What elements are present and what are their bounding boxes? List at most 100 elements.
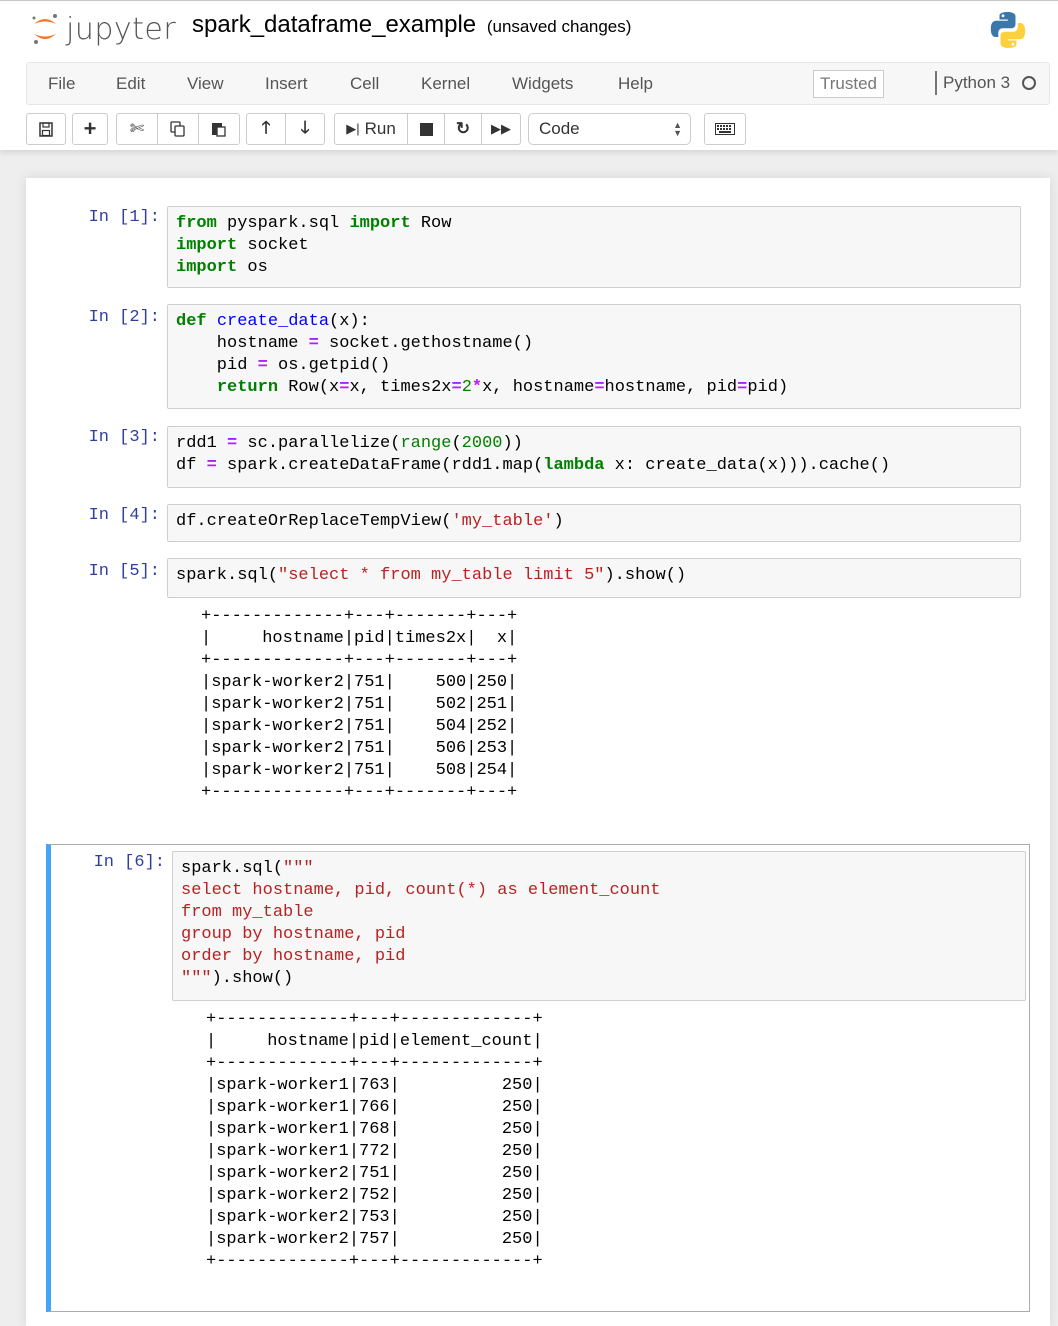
cell-prompt: In [1]: [88,208,160,227]
code-token: create_data [216,312,330,331]
cut-button[interactable]: ✄ [116,113,158,145]
header: jupyter spark_dataframe_example (unsaved… [0,0,1058,150]
code-token: def [176,312,207,331]
code-token: 2 [461,378,472,397]
menu-insert[interactable]: Insert [265,74,308,94]
code-token: from my_table [181,903,314,922]
notebook-name[interactable]: spark_dataframe_example [192,11,476,38]
dataframe-output-table: +-------------+---+-------------+ | host… [206,1009,543,1273]
cell-type-value: Code [539,119,580,138]
kernel-name: Python 3 [943,73,1011,92]
code-token: 2000 [461,434,503,453]
code-cell-5[interactable]: In [5]: spark.sql("select * from my_tabl… [26,554,1050,814]
move-down-button[interactable]: 🡓 [285,113,325,145]
code-token: order by hostname, pid [181,947,406,966]
code-token: "select * from my_table limit 5" [278,566,605,585]
table-row: |spark-worker2|752| 250| [206,1186,543,1205]
move-up-button[interactable]: 🡑 [246,113,286,145]
table-row: |spark-worker2|753| 250| [206,1208,543,1227]
run-label: Run [364,119,396,138]
code-token: Row [410,214,452,233]
menu-edit[interactable]: Edit [116,74,145,94]
kernel-indicator[interactable]: Python 3 [935,71,1037,95]
code-token: spark.sql( [176,566,279,585]
code-editor[interactable]: def create_data(x): hostname = socket.ge… [176,311,1012,399]
code-cell-4[interactable]: In [4]: df.createOrReplaceTempView('my_t… [26,498,1050,542]
kernel-separator [935,71,937,95]
code-editor[interactable]: rdd1 = sc.parallelize(range(2000)) df = … [176,433,1012,477]
copy-button[interactable] [157,113,199,145]
code-token: hostname [176,334,309,353]
save-button[interactable] [26,113,66,145]
code-editor[interactable]: from pyspark.sql import Row import socke… [176,213,1012,279]
menu-file[interactable]: File [48,74,75,94]
cell-output: +-------------+---+-------------+ | host… [206,1009,543,1273]
cell-input[interactable]: spark.sql("select * from my_table limit … [167,558,1021,598]
command-palette-button[interactable] [704,113,746,145]
code-token: hostname, pid [604,378,738,397]
interrupt-button[interactable] [407,113,445,145]
code-cell-1[interactable]: In [1]: from pyspark.sql import Row impo… [26,200,1050,290]
code-token: import [176,258,238,277]
insert-group: + [72,113,108,145]
table-row: |spark-worker1|766| 250| [206,1098,543,1117]
insert-cell-button[interactable]: + [72,113,108,145]
code-token: select hostname, pid, count(*) as elemen… [181,881,661,900]
fast-forward-icon: ▶▶ [491,121,511,136]
arrow-down-icon: 🡓 [300,117,310,137]
run-button[interactable]: ▶| Run [334,113,408,145]
jupyter-logo-icon [32,14,57,44]
cell-input[interactable]: def create_data(x): hostname = socket.ge… [167,304,1021,409]
cell-input[interactable]: df.createOrReplaceTempView('my_table') [167,504,1021,542]
menu-kernel[interactable]: Kernel [421,74,470,94]
code-token: df.createOrReplaceTempView( [176,512,452,531]
keyboard-icon [715,123,735,135]
scissors-icon: ✄ [129,119,145,138]
code-token: import [176,236,238,255]
table-row: |spark-worker2|757| 250| [206,1230,543,1249]
cell-prompt: In [6]: [93,853,165,872]
restart-button[interactable]: ↻ [444,113,482,145]
code-cell-2[interactable]: In [2]: def create_data(x): hostname = s… [26,300,1050,410]
toolbar: + ✄ 🡑 🡓 ▶| Run ↻ ▶▶ Code ▲ ▼ [26,113,1050,145]
run-all-button[interactable]: ▶▶ [481,113,521,145]
menu-help[interactable]: Help [618,74,653,94]
cell-output: +-------------+---+-------+---+ | hostna… [201,606,517,804]
menu-cell[interactable]: Cell [350,74,379,94]
table-border: +-------------+---+-------+---+ [201,651,518,670]
save-icon [39,121,53,137]
code-token: ).show() [604,566,687,585]
run-group: ▶| Run ↻ ▶▶ [334,113,521,145]
code-editor[interactable]: spark.sql(""" select hostname, pid, coun… [181,858,1017,990]
paste-button[interactable] [198,113,240,145]
jupyter-logo[interactable]: jupyter [30,11,176,47]
code-editor[interactable]: df.createOrReplaceTempView('my_table') [176,511,1012,533]
code-token: (x): [329,312,370,331]
code-token: = [339,378,350,397]
code-token: * [471,378,483,397]
code-token: """ [283,859,314,878]
notebook-title[interactable]: spark_dataframe_example (unsaved changes… [192,11,631,39]
table-border: +-------------+---+-------------+ [206,1054,543,1073]
command-palette-group [704,113,746,145]
code-token: = [206,456,217,475]
code-cell-3[interactable]: In [3]: rdd1 = sc.parallelize(range(2000… [26,420,1050,490]
select-arrows-icon: ▲ ▼ [673,120,682,138]
cell-input[interactable]: spark.sql(""" select hostname, pid, coun… [172,851,1026,1001]
trusted-indicator[interactable]: Trusted [813,70,885,98]
cell-type-select[interactable]: Code ▲ ▼ [528,113,691,145]
restart-icon: ↻ [455,119,471,138]
code-token: sc.parallelize( [237,434,401,453]
cell-input[interactable]: from pyspark.sql import Row import socke… [167,206,1021,288]
menu-widgets[interactable]: Widgets [512,74,573,94]
code-editor[interactable]: spark.sql("select * from my_table limit … [176,565,1012,587]
dataframe-output-table: +-------------+---+-------+---+ | hostna… [201,606,517,804]
code-token: ) [553,512,564,531]
code-token: ( [451,434,462,453]
menu-view[interactable]: View [187,74,224,94]
step-forward-icon: ▶| [346,121,360,136]
table-row: |spark-worker1|763| 250| [206,1076,543,1095]
cell-input[interactable]: rdd1 = sc.parallelize(range(2000)) df = … [167,426,1021,488]
code-cell-6-selected[interactable]: In [6]: spark.sql(""" select hostname, p… [46,844,1030,1312]
